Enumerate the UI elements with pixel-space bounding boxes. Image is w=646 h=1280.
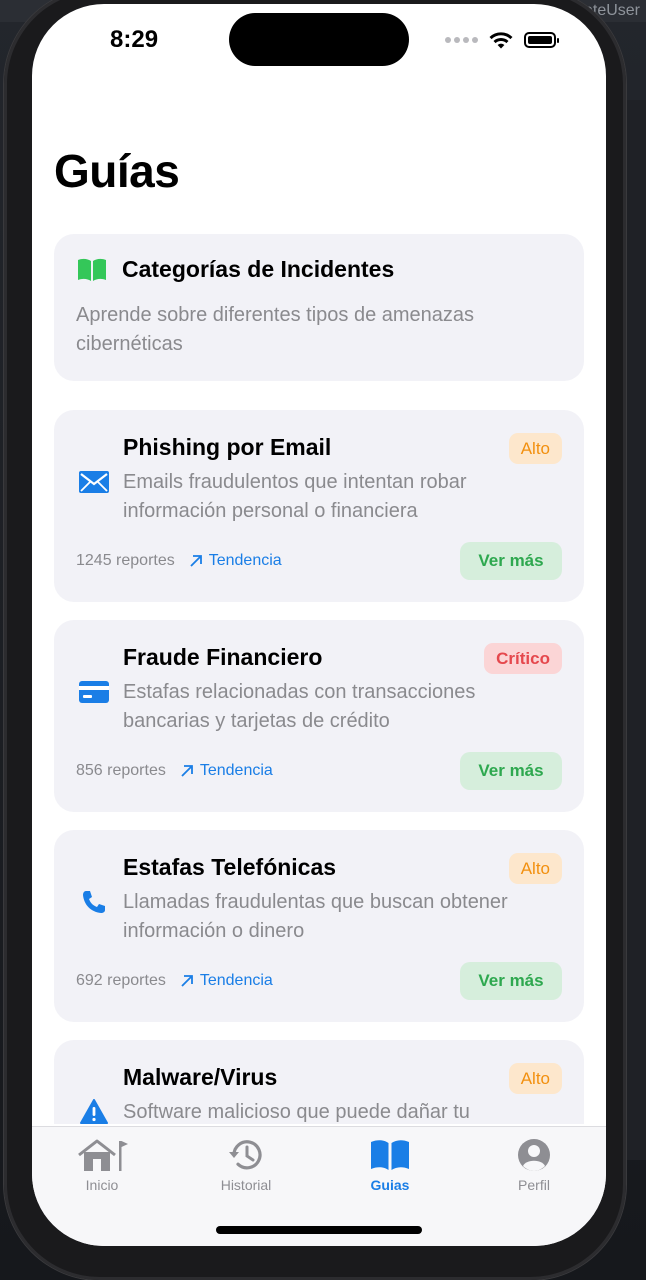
trend-link[interactable]: Tendencia xyxy=(180,972,273,990)
trend-label: Tendencia xyxy=(199,972,273,989)
tab-historial[interactable]: Historial xyxy=(186,1137,306,1207)
history-icon xyxy=(229,1140,262,1170)
credit-card-icon xyxy=(78,678,110,706)
report-count: 1245 reportes xyxy=(76,552,175,569)
incident-card-financial-fraud[interactable]: Fraude Financiero Crítico Estafas relaci… xyxy=(54,620,584,812)
see-more-button[interactable]: Ver más xyxy=(460,962,562,1000)
home-indicator[interactable] xyxy=(216,1226,422,1234)
severity-badge: Alto xyxy=(508,1063,562,1094)
severity-badge: Crítico xyxy=(484,643,562,674)
trend-arrow-icon xyxy=(190,555,202,567)
intro-title: Categorías de Incidentes xyxy=(122,256,395,282)
see-more-button[interactable]: Ver más xyxy=(460,752,562,790)
page-title: Guías xyxy=(54,145,180,197)
tab-inicio[interactable]: Inicio xyxy=(42,1137,162,1207)
incident-card-phone-scams[interactable]: Estafas Telefónicas Alto Llamadas fraudu… xyxy=(54,830,584,1022)
incident-description: Estafas relacionadas con transacciones b… xyxy=(123,681,476,732)
incident-title: Malware/Virus xyxy=(123,1064,278,1090)
tab-label: Historial xyxy=(220,1177,272,1193)
trend-arrow-icon xyxy=(181,765,193,777)
book-icon xyxy=(371,1140,409,1170)
report-count: 692 reportes xyxy=(76,972,166,989)
phone-frame: 8:29 Guías Categorías de Incidentes Apre… xyxy=(4,0,626,1280)
home-icon xyxy=(78,1139,128,1171)
tab-guias[interactable]: Guias xyxy=(330,1137,450,1207)
incident-description: Software malicioso que puede dañar tu xyxy=(123,1101,470,1123)
wifi-icon xyxy=(489,32,513,49)
incident-card-phishing[interactable]: Phishing por Email Alto Emails fraudulen… xyxy=(54,410,584,602)
guides-list[interactable]: Categorías de Incidentes Aprende sobre d… xyxy=(54,234,584,1124)
tab-perfil[interactable]: Perfil xyxy=(474,1137,594,1207)
cellular-signal-icon xyxy=(445,37,478,43)
see-more-button[interactable]: Ver más xyxy=(460,542,562,580)
report-count: 856 reportes xyxy=(76,762,166,779)
status-icons xyxy=(445,28,559,52)
incident-title: Phishing por Email xyxy=(123,434,332,460)
warning-icon xyxy=(78,1098,110,1124)
book-icon xyxy=(78,258,106,281)
severity-badge: Alto xyxy=(508,433,562,464)
tab-label: Perfil xyxy=(518,1177,550,1193)
trend-link[interactable]: Tendencia xyxy=(180,762,273,780)
incident-description: Emails fraudulentos que intentan robar i… xyxy=(123,471,467,522)
envelope-icon xyxy=(78,468,110,496)
status-time: 8:29 xyxy=(110,26,159,53)
trend-link[interactable]: Tendencia xyxy=(189,552,282,570)
categories-intro-card: Categorías de Incidentes Aprende sobre d… xyxy=(54,234,584,381)
phone-screen: 8:29 Guías Categorías de Incidentes Apre… xyxy=(32,4,606,1246)
incident-title: Estafas Telefónicas xyxy=(123,854,337,880)
severity-badge: Alto xyxy=(508,853,562,884)
trend-arrow-icon xyxy=(181,975,193,987)
battery-icon xyxy=(524,32,559,48)
incident-card-malware[interactable]: Malware/Virus Alto Software malicioso qu… xyxy=(54,1040,584,1124)
tab-label: Guias xyxy=(370,1177,410,1193)
trend-label: Tendencia xyxy=(199,762,273,779)
incident-title: Fraude Financiero xyxy=(123,644,323,670)
incident-description: Llamadas fraudulentas que buscan obtener… xyxy=(123,891,508,942)
dynamic-island xyxy=(229,13,409,66)
profile-icon xyxy=(518,1139,550,1171)
trend-label: Tendencia xyxy=(208,552,282,569)
phone-icon xyxy=(78,888,110,916)
tab-label: Inicio xyxy=(85,1177,119,1193)
intro-description: Aprende sobre diferentes tipos de amenaz… xyxy=(76,304,475,355)
